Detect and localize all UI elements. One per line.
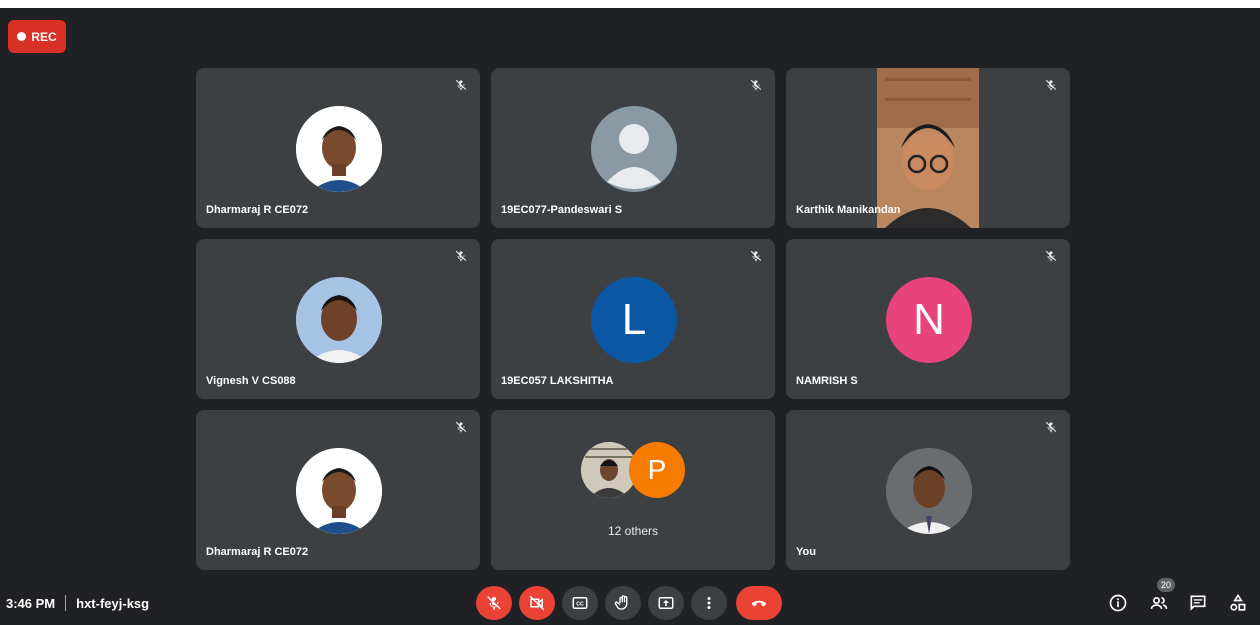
mic-off-icon [1045,79,1057,91]
mic-off-icon [1045,250,1057,262]
participant-name: 19EC077-Pandeswari S [501,204,623,216]
avatar [296,448,382,534]
participant-tile-vignesh[interactable]: Vignesh V CS088 [196,239,480,399]
camera-off-icon [529,595,545,611]
mic-off-icon [455,250,467,262]
participant-name: You [796,546,816,558]
mic-off-icon [750,79,762,91]
participant-name: 19EC057 LAKSHITHA [501,375,614,387]
present-screen-button[interactable] [648,586,684,620]
activities-icon [1230,593,1246,611]
participant-tile-dharmaraj-2[interactable]: Dharmaraj R CE072 [196,410,480,570]
info-icon [1109,594,1127,612]
svg-text:CC: CC [576,602,584,608]
participant-tile-lakshitha[interactable]: L 19EC057 LAKSHITHA [491,239,775,399]
raise-hand-button[interactable] [605,586,641,620]
record-dot-icon [17,32,27,41]
more-options-button[interactable] [691,586,727,620]
participant-name: NAMRISH S [796,375,858,387]
captions-button[interactable]: CC [562,586,598,620]
more-options-icon [707,597,711,609]
participant-tile-namrish[interactable]: N NAMRISH S [786,239,1070,399]
participant-name: Dharmaraj R CE072 [206,546,309,558]
top-strip [0,0,1260,8]
meeting-code[interactable]: hxt-feyj-ksg [76,596,149,611]
divider [65,595,67,611]
avatar [296,106,382,192]
chat-button[interactable] [1185,590,1211,616]
people-button[interactable] [1146,590,1172,616]
default-avatar-icon [591,106,677,192]
recording-label: REC [31,29,57,44]
camera-toggle-button[interactable] [519,586,555,620]
meeting-info: 3:46 PM hxt-feyj-ksg [6,593,149,613]
others-tile[interactable]: P 12 others [491,410,775,570]
mic-off-icon [455,79,467,91]
mic-off-icon [455,421,467,433]
letter-avatar: L [591,277,677,363]
avatar [296,277,382,363]
participant-tile-pandeswari[interactable]: 19EC077-Pandeswari S [491,68,775,228]
raise-hand-icon [614,595,628,610]
letter-avatar: N [886,277,972,363]
chat-icon [1190,595,1206,611]
mic-off-icon [750,250,762,262]
recording-indicator: REC [8,20,66,53]
avatar [886,448,972,534]
meeting-details-button[interactable] [1105,590,1131,616]
participant-name: Vignesh V CS088 [206,375,296,387]
participant-name: Dharmaraj R CE072 [206,204,309,216]
others-count-label: 12 others [607,524,659,538]
people-icon [1150,597,1168,609]
meeting-time: 3:46 PM [6,595,56,611]
hangup-icon [752,600,766,607]
participant-tile-dharmaraj[interactable]: Dharmaraj R CE072 [196,68,480,228]
participant-name: Karthik Manikandan [796,204,901,216]
participant-tile-karthik[interactable]: Karthik Manikandan [786,68,1070,228]
leave-call-button[interactable] [736,586,782,620]
captions-icon: CC [572,597,588,609]
mic-off-icon [1045,421,1057,433]
letter-avatar: P [629,442,685,498]
mic-off-icon [487,596,501,610]
others-avatar-stack: P [581,442,691,502]
participant-tile-you[interactable]: You [786,410,1070,570]
activities-button[interactable] [1225,590,1251,616]
mic-toggle-button[interactable] [476,586,512,620]
present-screen-icon [658,597,674,609]
